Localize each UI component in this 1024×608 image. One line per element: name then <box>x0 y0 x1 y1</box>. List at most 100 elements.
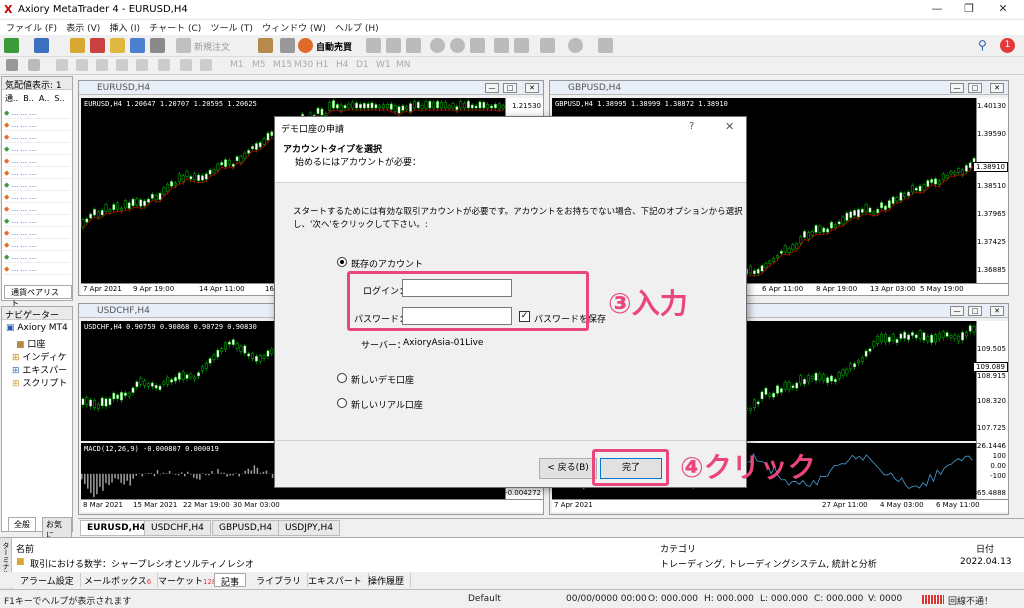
tab-mailbox[interactable]: メールボックス6 <box>78 573 159 587</box>
chart-maximize-button[interactable]: □ <box>503 83 517 93</box>
tab-gbpusd[interactable]: GBPUSD,H4 <box>212 520 280 536</box>
nav-item-scripts[interactable]: ⊞ スクリプト <box>12 376 67 389</box>
periods-icon[interactable] <box>568 38 583 53</box>
market-watch-row[interactable]: ◆ ... ... ... <box>4 227 70 239</box>
market-watch-row[interactable]: ◆ ... ... ... <box>4 107 70 119</box>
status-connection[interactable]: 回線不通！ <box>948 594 993 607</box>
new-order-button[interactable]: 新規注文 <box>194 40 230 53</box>
menu-file[interactable]: ファイル (F) <box>6 21 57 34</box>
chart-close-button[interactable]: ✕ <box>990 83 1004 93</box>
tf-m5[interactable]: M5 <box>252 60 266 70</box>
market-watch-row[interactable]: ◆ ... ... ... <box>4 239 70 251</box>
market-watch-row[interactable]: ◆ ... ... ... <box>4 119 70 131</box>
tab-articles[interactable]: 記事 <box>214 573 247 588</box>
nav-item-indicators[interactable]: ⊞ インディケ <box>12 350 67 363</box>
metaeditor-icon[interactable] <box>258 38 273 53</box>
nav-item-accounts[interactable]: ■ 口座 <box>16 337 45 350</box>
arrows-icon[interactable] <box>200 59 212 71</box>
market-watch-row[interactable]: ◆ ... ... ... <box>4 155 70 167</box>
auto-trade-button[interactable]: 自動売買 <box>316 40 352 53</box>
chart-minimize-button[interactable]: — <box>950 83 964 93</box>
indicators-icon[interactable] <box>540 38 555 53</box>
menu-insert[interactable]: 挿入 (I) <box>109 21 140 34</box>
minimize-button[interactable]: — <box>922 2 952 18</box>
tab-eurusd[interactable]: EURUSD,H4 <box>80 520 153 536</box>
chart-minimize-button[interactable]: — <box>950 306 964 316</box>
chart-close-button[interactable]: ✕ <box>990 306 1004 316</box>
chart-maximize-button[interactable]: □ <box>968 83 982 93</box>
templates-icon[interactable] <box>598 38 613 53</box>
fibonacci-icon[interactable] <box>136 59 148 71</box>
market-watch-row[interactable]: ◆ ... ... ... <box>4 131 70 143</box>
tf-m30[interactable]: M30 <box>294 60 313 70</box>
radio-new-demo[interactable] <box>337 373 347 383</box>
market-watch-row[interactable]: ◆ ... ... ... <box>4 215 70 227</box>
signals-icon[interactable] <box>280 38 295 53</box>
tab-general[interactable]: 全般 <box>8 517 36 532</box>
tf-h4[interactable]: H4 <box>336 60 349 70</box>
channel-icon[interactable] <box>116 59 128 71</box>
tf-m15[interactable]: M15 <box>273 60 292 70</box>
restore-button[interactable]: ❐ <box>954 2 984 18</box>
line-chart-icon[interactable] <box>406 38 421 53</box>
profiles-icon[interactable] <box>34 38 49 53</box>
tab-usdjpy[interactable]: USDJPY,H4 <box>278 520 340 536</box>
radio-new-real[interactable] <box>337 398 347 408</box>
col-date[interactable]: 日付 <box>976 542 994 555</box>
cursor-icon[interactable] <box>6 59 18 71</box>
market-watch-row[interactable]: ◆ ... ... ... <box>4 263 70 275</box>
tab-experts[interactable]: エキスパート <box>302 573 369 587</box>
nav-item-experts[interactable]: ⊞ エキスパー <box>12 363 67 376</box>
market-watch-row[interactable]: ◆ ... ... ... <box>4 167 70 179</box>
menu-help[interactable]: ヘルプ (H) <box>335 21 379 34</box>
crosshair-icon[interactable] <box>28 59 40 71</box>
new-order-icon[interactable] <box>176 38 191 53</box>
market-watch-row[interactable]: ◆ ... ... ... <box>4 179 70 191</box>
help-button[interactable]: ? <box>689 121 694 132</box>
text-icon[interactable] <box>158 59 170 71</box>
table-row[interactable]: ■ 取引における数学：シャープレシオとソルティノレシオ トレーディング, トレー… <box>14 556 1022 570</box>
auto-trade-icon[interactable] <box>298 38 313 53</box>
market-watch-icon[interactable] <box>70 38 85 53</box>
menu-window[interactable]: ウィンドウ (W) <box>262 21 326 34</box>
chart-minimize-button[interactable]: — <box>485 83 499 93</box>
dialog-close-button[interactable]: ✕ <box>725 120 734 133</box>
chart-close-button[interactable]: ✕ <box>525 83 539 93</box>
radio-existing-account[interactable] <box>337 257 347 267</box>
bar-chart-icon[interactable] <box>366 38 381 53</box>
tab-symbols[interactable]: 通貨ペアリスト <box>4 285 72 308</box>
tile-windows-icon[interactable] <box>470 38 485 53</box>
tf-mn[interactable]: MN <box>396 60 411 70</box>
data-window-icon[interactable] <box>90 38 105 53</box>
navigator-icon[interactable] <box>110 38 125 53</box>
market-watch-row[interactable]: ◆ ... ... ... <box>4 143 70 155</box>
label-icon[interactable] <box>180 59 192 71</box>
tf-w1[interactable]: W1 <box>376 60 391 70</box>
menu-tools[interactable]: ツール (T) <box>210 21 252 34</box>
terminal-icon[interactable] <box>130 38 145 53</box>
tf-d1[interactable]: D1 <box>356 60 369 70</box>
vertical-line-icon[interactable] <box>56 59 68 71</box>
zoom-out-icon[interactable] <box>450 38 465 53</box>
col-name[interactable]: 名前 <box>16 542 34 555</box>
tf-m1[interactable]: M1 <box>230 60 244 70</box>
menu-chart[interactable]: チャート (C) <box>149 21 201 34</box>
market-watch-row[interactable]: ◆ ... ... ... <box>4 251 70 263</box>
close-window-button[interactable]: ✕ <box>988 2 1018 18</box>
menu-view[interactable]: 表示 (V) <box>66 21 100 34</box>
tab-usdchf[interactable]: USDCHF,H4 <box>144 520 211 536</box>
candle-chart-icon[interactable] <box>386 38 401 53</box>
chart-shift-icon[interactable] <box>514 38 529 53</box>
tab-journal[interactable]: 操作履歴 <box>362 573 412 587</box>
tester-icon[interactable] <box>150 38 165 53</box>
search-icon[interactable]: ⚲ <box>978 38 993 53</box>
autoscroll-icon[interactable] <box>494 38 509 53</box>
tf-h1[interactable]: H1 <box>316 60 329 70</box>
tab-market[interactable]: マーケット128 <box>152 573 224 587</box>
chart-maximize-button[interactable]: □ <box>968 306 982 316</box>
trendline-icon[interactable] <box>96 59 108 71</box>
horizontal-line-icon[interactable] <box>76 59 88 71</box>
notification-badge[interactable]: 1 <box>1000 38 1015 53</box>
market-watch-row[interactable]: ◆ ... ... ... <box>4 203 70 215</box>
new-chart-icon[interactable] <box>4 38 19 53</box>
